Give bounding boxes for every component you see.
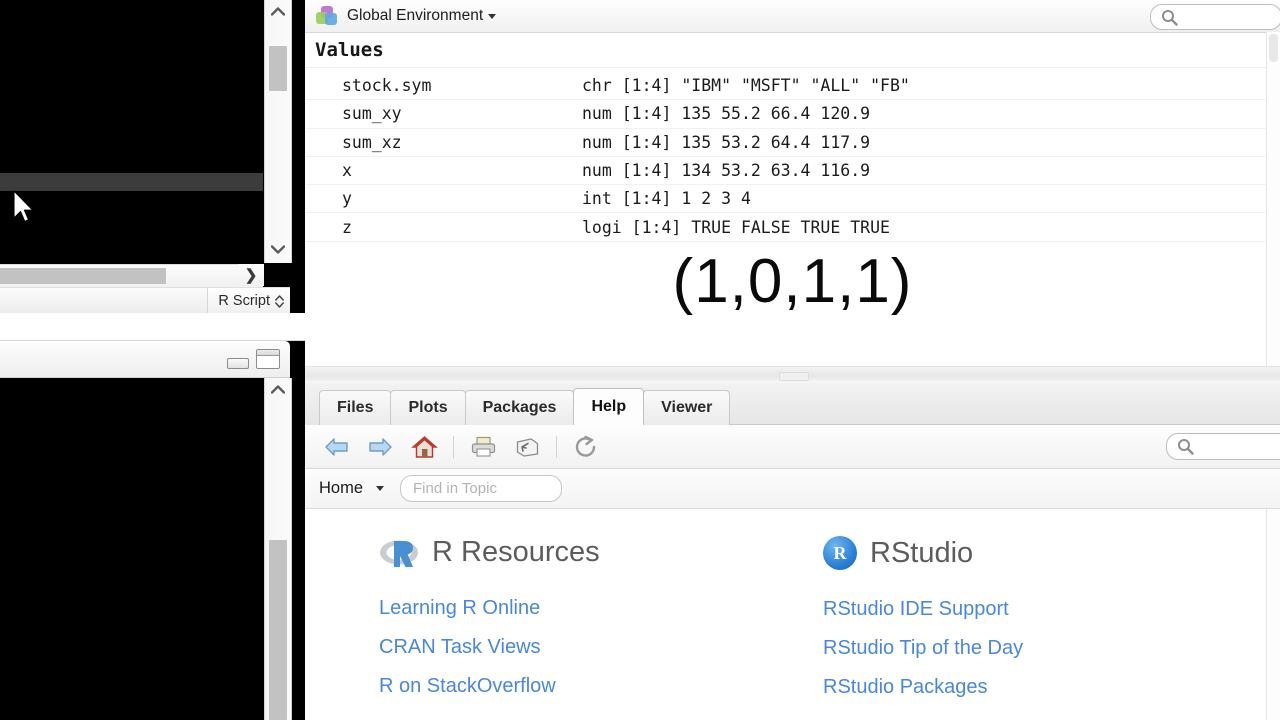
- variable-value: int [1:4] 1 2 3 4: [582, 189, 751, 208]
- environment-scope-label[interactable]: Global Environment: [347, 7, 483, 25]
- link-r-on-stackoverflow[interactable]: R on StackOverflow: [379, 675, 823, 698]
- source-status-bar: R Script: [0, 287, 290, 315]
- toolbar-separator: [453, 436, 454, 458]
- console-vertical-scrollbar[interactable]: [264, 378, 292, 720]
- rstudio-logo-icon: R: [823, 536, 857, 570]
- environment-scroll-thumb[interactable]: [1269, 34, 1278, 62]
- link-cran-task-views[interactable]: CRAN Task Views: [379, 636, 823, 659]
- environment-toolbar: Global Environment: [305, 0, 1280, 33]
- help-pane: Files Plots Packages Help Viewer: [305, 383, 1280, 720]
- variable-name: y: [305, 189, 582, 208]
- tab-help[interactable]: Help: [573, 388, 644, 425]
- search-icon: [1161, 9, 1178, 26]
- minimize-pane-icon[interactable]: [227, 358, 249, 369]
- rstudio-window: ❯ R Script: [0, 0, 1280, 720]
- table-row[interactable]: x num [1:4] 134 53.2 63.4 116.9: [305, 157, 1280, 185]
- r-logo-icon: [379, 537, 419, 568]
- scrollbar-corner: [264, 264, 290, 286]
- help-home-content: R Resources Learning R Online CRAN Task …: [305, 509, 1267, 720]
- tab-files[interactable]: Files: [319, 390, 391, 425]
- r-resources-heading: R Resources: [379, 536, 823, 569]
- variable-value: num [1:4] 134 53.2 63.4 116.9: [582, 161, 870, 180]
- file-type-selector[interactable]: R Script: [207, 288, 290, 314]
- tab-packages[interactable]: Packages: [465, 390, 575, 425]
- variable-value: num [1:4] 135 53.2 64.4 117.9: [582, 133, 870, 152]
- tab-plots[interactable]: Plots: [390, 390, 465, 425]
- splitter-grip-icon[interactable]: [779, 372, 809, 381]
- toolbar-separator: [556, 436, 557, 458]
- table-row[interactable]: sum_xz num [1:4] 135 53.2 64.4 117.9: [305, 129, 1280, 157]
- scroll-down-icon[interactable]: [265, 238, 291, 260]
- overlay-annotation: (1,0,1,1): [305, 246, 1280, 317]
- environment-variable-list: stock.sym chr [1:4] "IBM" "MSFT" "ALL" "…: [305, 72, 1280, 242]
- variable-value: chr [1:4] "IBM" "MSFT" "ALL" "FB": [582, 76, 910, 95]
- environment-pane: Global Environment Values stock.sym chr …: [305, 0, 1280, 366]
- chevron-down-icon[interactable]: [488, 14, 496, 19]
- variable-name: stock.sym: [305, 76, 582, 95]
- console-output-area[interactable]: [0, 378, 263, 720]
- help-pane-tabbar: Files Plots Packages Help Viewer: [305, 383, 1280, 426]
- help-toolbar: [305, 425, 1280, 469]
- tab-viewer[interactable]: Viewer: [643, 390, 730, 425]
- rstudio-resources-heading: R RStudio: [823, 536, 1267, 570]
- variable-name: sum_xy: [305, 104, 582, 123]
- source-current-line-highlight: [0, 173, 263, 191]
- variable-value: num [1:4] 135 55.2 66.4 120.9: [582, 104, 870, 123]
- environment-search-input[interactable]: [1150, 4, 1280, 30]
- console-scroll-thumb[interactable]: [269, 540, 287, 720]
- scroll-up-icon[interactable]: [265, 0, 291, 22]
- help-navigation-bar: Home Find in Topic: [305, 469, 1280, 509]
- back-icon[interactable]: [321, 433, 351, 461]
- chevron-updown-icon: [275, 295, 284, 308]
- r-resources-column: R Resources Learning R Online CRAN Task …: [379, 536, 823, 715]
- help-home-label: Home: [319, 479, 363, 498]
- environment-icon: [316, 6, 338, 26]
- help-home-dropdown[interactable]: Home: [319, 479, 384, 498]
- console-pane-header: [0, 341, 290, 378]
- link-rstudio-ide-support[interactable]: RStudio IDE Support: [823, 598, 1267, 621]
- help-search-input[interactable]: [1166, 433, 1280, 460]
- source-vertical-scrollbar[interactable]: [264, 0, 292, 263]
- variable-name: z: [305, 218, 582, 237]
- search-icon: [1177, 438, 1194, 455]
- variable-value: logi [1:4] TRUE FALSE TRUE TRUE: [582, 218, 890, 237]
- print-icon[interactable]: [468, 433, 498, 461]
- console-scroll-up-icon[interactable]: [265, 378, 291, 400]
- source-horizontal-scrollbar[interactable]: [0, 264, 263, 287]
- table-row[interactable]: stock.sym chr [1:4] "IBM" "MSFT" "ALL" "…: [305, 72, 1280, 100]
- chevron-down-icon[interactable]: [376, 486, 384, 491]
- environment-section-title: Values: [305, 33, 1280, 68]
- pane-window-controls[interactable]: [227, 349, 280, 369]
- find-in-topic-input[interactable]: Find in Topic: [400, 475, 562, 502]
- file-type-label: R Script: [218, 293, 270, 309]
- source-editor-pane[interactable]: [0, 0, 263, 263]
- variable-name: x: [305, 161, 582, 180]
- tabbar-filler: [730, 390, 1280, 425]
- rstudio-resources-column: R RStudio RStudio IDE Support RStudio Ti…: [823, 536, 1267, 715]
- section-heading: R Resources: [432, 536, 600, 569]
- environment-vertical-scrollbar[interactable]: [1266, 32, 1280, 366]
- source-hscroll-thumb[interactable]: [0, 268, 166, 284]
- link-rstudio-tip-of-the-day[interactable]: RStudio Tip of the Day: [823, 637, 1267, 660]
- variable-name: sum_xz: [305, 133, 582, 152]
- section-heading: RStudio: [870, 537, 973, 570]
- forward-icon[interactable]: [365, 433, 395, 461]
- table-row[interactable]: z logi [1:4] TRUE FALSE TRUE TRUE: [305, 213, 1280, 241]
- console-pane: [0, 341, 305, 720]
- help-vertical-scrollbar[interactable]: [1266, 509, 1280, 720]
- refresh-icon[interactable]: [571, 433, 601, 461]
- table-row[interactable]: sum_xy num [1:4] 135 55.2 66.4 120.9: [305, 100, 1280, 128]
- right-panes-column: Global Environment Values stock.sym chr …: [305, 0, 1280, 720]
- source-scroll-thumb[interactable]: [269, 46, 287, 91]
- maximize-pane-icon[interactable]: [256, 349, 280, 369]
- link-learning-r-online[interactable]: Learning R Online: [379, 597, 823, 620]
- source-next-chevron-icon[interactable]: ❯: [238, 264, 264, 286]
- pane-divider-strip: [0, 313, 305, 341]
- left-panes-column: ❯ R Script: [0, 0, 305, 720]
- table-row[interactable]: y int [1:4] 1 2 3 4: [305, 185, 1280, 213]
- home-icon[interactable]: [409, 433, 439, 461]
- link-rstudio-packages[interactable]: RStudio Packages: [823, 676, 1267, 699]
- popout-icon[interactable]: [512, 433, 542, 461]
